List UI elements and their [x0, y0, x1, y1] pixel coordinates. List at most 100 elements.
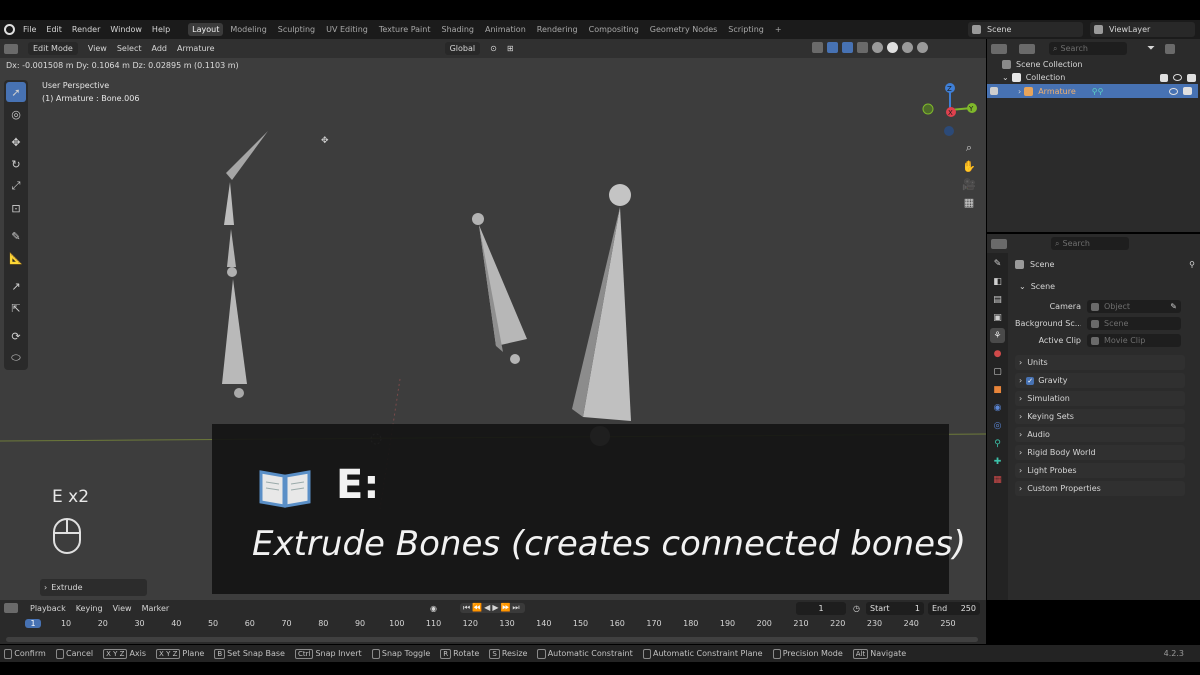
physics-tab-icon[interactable]: ◎ [990, 418, 1005, 433]
properties-search-input[interactable]: ⌕ Search [1051, 237, 1129, 250]
menu-help[interactable]: Help [152, 25, 170, 34]
menu-select[interactable]: Select [117, 44, 142, 53]
filter-icon[interactable]: ⏷ [1147, 43, 1155, 54]
envelope-tool-icon[interactable]: ⬭ [6, 348, 26, 368]
menu-file[interactable]: File [23, 25, 36, 34]
transform-tool-icon[interactable]: ⊡ [6, 198, 26, 218]
blender-logo-icon[interactable] [4, 24, 15, 35]
menu-armature[interactable]: Armature [177, 44, 215, 53]
bone-chain-left[interactable] [222, 131, 268, 398]
menu-playback[interactable]: Playback [30, 604, 66, 613]
tab-modeling[interactable]: Modeling [226, 23, 270, 36]
outliner-armature-row[interactable]: › Armature ⚲⚲ [987, 84, 1198, 98]
background-scene-field[interactable]: Scene [1087, 317, 1181, 330]
object-tab-icon[interactable]: ■ [990, 382, 1005, 397]
playback-controls[interactable]: ⏮⏪◀▶⏩⏭ [460, 603, 525, 613]
render-camera-icon[interactable] [1183, 87, 1192, 95]
menu-view[interactable]: View [88, 44, 107, 53]
new-collection-icon[interactable] [1165, 43, 1175, 54]
properties-editor-icon[interactable] [991, 238, 1007, 249]
menu-window[interactable]: Window [110, 25, 142, 34]
zoom-icon[interactable]: ⌕ [960, 139, 978, 157]
light-probes-panel[interactable]: › Light Probes [1015, 463, 1185, 478]
timeline-scrollbar[interactable] [6, 637, 978, 642]
snap-icon[interactable]: ⊞ [507, 44, 514, 53]
frame-ruler[interactable]: 1 10 20 30 40 50 60 70 80 90 100 110 120 130 140 150 160… [0, 618, 986, 632]
select-box-tool-icon[interactable]: ➚ [6, 82, 26, 102]
pivot-icon[interactable]: ⊙ [490, 44, 497, 53]
gizmo-toggle-icon[interactable] [827, 42, 838, 53]
filter-display-icon[interactable] [1019, 43, 1035, 54]
view-layer-tab-icon[interactable]: ▣ [990, 310, 1005, 325]
annotate-tool-icon[interactable]: ✎ [6, 226, 26, 246]
scene-selector[interactable]: Scene [968, 22, 1083, 37]
custom-properties-panel[interactable]: › Custom Properties [1015, 481, 1185, 496]
exclude-checkbox[interactable] [1160, 73, 1168, 82]
scale-tool-icon[interactable]: ⤢ [6, 176, 26, 196]
material-shading-icon[interactable] [902, 42, 913, 53]
navigation-gizmo[interactable]: Z Y X [918, 80, 980, 142]
measure-tool-icon[interactable]: 📐 [6, 248, 26, 268]
menu-add[interactable]: Add [152, 44, 168, 53]
active-clip-field[interactable]: Movie Clip [1087, 334, 1181, 347]
pan-hand-icon[interactable]: ✋ [960, 157, 978, 175]
editor-type-icon[interactable] [4, 43, 18, 54]
texture-tab-icon[interactable]: ▦ [990, 472, 1005, 487]
world-tab-icon[interactable]: ● [990, 346, 1005, 361]
tab-animation[interactable]: Animation [481, 23, 530, 36]
gravity-checkbox[interactable]: ✓ [1026, 376, 1035, 385]
collection-tab-icon[interactable]: ▢ [990, 364, 1005, 379]
mode-dropdown[interactable]: Edit Mode [28, 42, 78, 55]
current-frame-field[interactable]: 1 [796, 601, 846, 615]
camera-field[interactable]: Object ✎ [1087, 300, 1181, 313]
overlay-toggle-icon[interactable] [842, 42, 853, 53]
units-panel[interactable]: › Units [1015, 355, 1185, 370]
timeline-editor-icon[interactable] [4, 603, 18, 613]
view-layer-selector[interactable]: ViewLayer [1090, 22, 1195, 37]
scene-panel-header[interactable]: ⌄ Scene [1015, 279, 1185, 294]
tool-tab-icon[interactable]: ✎ [990, 256, 1005, 271]
xray-icon[interactable] [857, 42, 868, 53]
pin-icon[interactable]: ⚲ [1189, 260, 1195, 269]
operator-redo-panel[interactable]: › Extrude [40, 579, 147, 596]
rendered-shading-icon[interactable] [917, 42, 928, 53]
tab-shading[interactable]: Shading [437, 23, 478, 36]
camera-view-icon[interactable]: 🎥 [960, 175, 978, 193]
simulation-panel[interactable]: › Simulation [1015, 391, 1185, 406]
wireframe-shading-icon[interactable] [872, 42, 883, 53]
menu-keying[interactable]: Keying [76, 604, 103, 613]
cursor-tool-icon[interactable]: ◎ [6, 104, 26, 124]
eyedropper-icon[interactable]: ✎ [1170, 302, 1177, 311]
menu-edit[interactable]: Edit [46, 25, 62, 34]
outliner-search-input[interactable]: ⌕ Search [1049, 42, 1127, 55]
scene-tab-icon[interactable]: ⚘ [990, 328, 1005, 343]
menu-timeline-view[interactable]: View [113, 604, 132, 613]
bone-middle[interactable] [472, 213, 527, 364]
tab-geometry-nodes[interactable]: Geometry Nodes [646, 23, 721, 36]
bone-size-tool-icon[interactable]: ⇱ [6, 298, 26, 318]
modifier-tab-icon[interactable]: ◉ [990, 400, 1005, 415]
output-tab-icon[interactable]: ▤ [990, 292, 1005, 307]
roll-tool-icon[interactable]: ⟳ [6, 326, 26, 346]
keying-sets-panel[interactable]: › Keying Sets [1015, 409, 1185, 424]
ortho-grid-icon[interactable]: ▦ [960, 193, 978, 211]
outliner-collection[interactable]: ⌄ Collection [1002, 73, 1196, 82]
render-camera-icon[interactable] [1187, 73, 1196, 82]
eye-icon[interactable] [1169, 87, 1178, 95]
orientation-dropdown[interactable]: Global [444, 42, 481, 55]
end-frame-field[interactable]: End 250 [928, 601, 980, 615]
bone-tab-icon[interactable]: ✚ [990, 454, 1005, 469]
eye-icon[interactable] [1173, 74, 1182, 81]
tab-rendering[interactable]: Rendering [533, 23, 582, 36]
menu-marker[interactable]: Marker [142, 604, 170, 613]
render-tab-icon[interactable]: ◧ [990, 274, 1005, 289]
record-icon[interactable]: ◉ [430, 604, 437, 613]
tab-scripting[interactable]: Scripting [724, 23, 768, 36]
visibility-icon[interactable] [812, 42, 823, 53]
extrude-tool-icon[interactable]: ↗ [6, 276, 26, 296]
menu-render[interactable]: Render [72, 25, 100, 34]
object-data-armature-tab-icon[interactable]: ⚲ [990, 436, 1005, 451]
gravity-panel[interactable]: › ✓ Gravity [1015, 373, 1185, 388]
audio-panel[interactable]: › Audio [1015, 427, 1185, 442]
rigid-body-world-panel[interactable]: › Rigid Body World [1015, 445, 1185, 460]
